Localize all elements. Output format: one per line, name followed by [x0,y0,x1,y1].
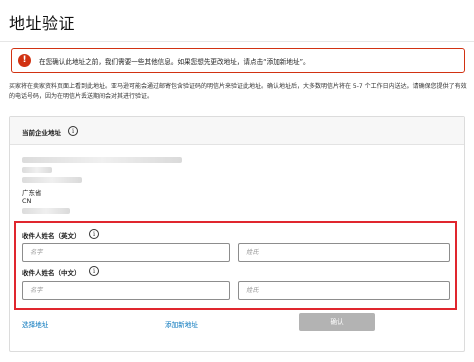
redacted-phone [22,208,70,214]
cn-first-name-input[interactable]: 名字 [22,281,230,300]
card-header: 当前企业地址 i [10,117,464,145]
title-divider [0,41,474,42]
en-first-name-input[interactable]: 名字 [22,243,230,262]
alert-message: 在您确认此地址之前，我们需要一些其他信息。如果您想先更改地址，请点击“添加新地址… [39,58,310,66]
redacted-address-line [22,177,82,183]
add-new-address-link[interactable]: 添加新地址 [165,319,198,329]
redacted-address-line [22,157,182,163]
exclamation-icon: ! [18,54,31,67]
intro-text: 买家将在卖家资料页面上看到此地址。亚马逊可能会通过邮寄包含验证码的明信片来验证此… [9,83,467,100]
cn-last-name-input[interactable]: 姓氏 [238,281,450,300]
address-province: 广东省 [22,189,42,197]
cn-name-label: 收件人姓名（中文） [22,269,81,277]
current-address-label: 当前企业地址 [22,129,61,137]
info-icon[interactable]: i [89,266,99,276]
info-icon[interactable]: i [89,229,99,239]
address-country: CN [22,197,32,205]
info-icon[interactable]: i [68,126,78,136]
confirm-button[interactable]: 确认 [299,313,375,331]
select-address-link[interactable]: 选择地址 [22,319,48,329]
en-last-name-input[interactable]: 姓氏 [238,243,450,262]
page-title: 地址验证 [9,14,76,33]
error-alert: ! 在您确认此地址之前，我们需要一些其他信息。如果您想先更改地址，请点击“添加新… [11,48,465,73]
en-name-label: 收件人姓名（英文） [22,232,81,240]
redacted-address-line [22,167,52,173]
